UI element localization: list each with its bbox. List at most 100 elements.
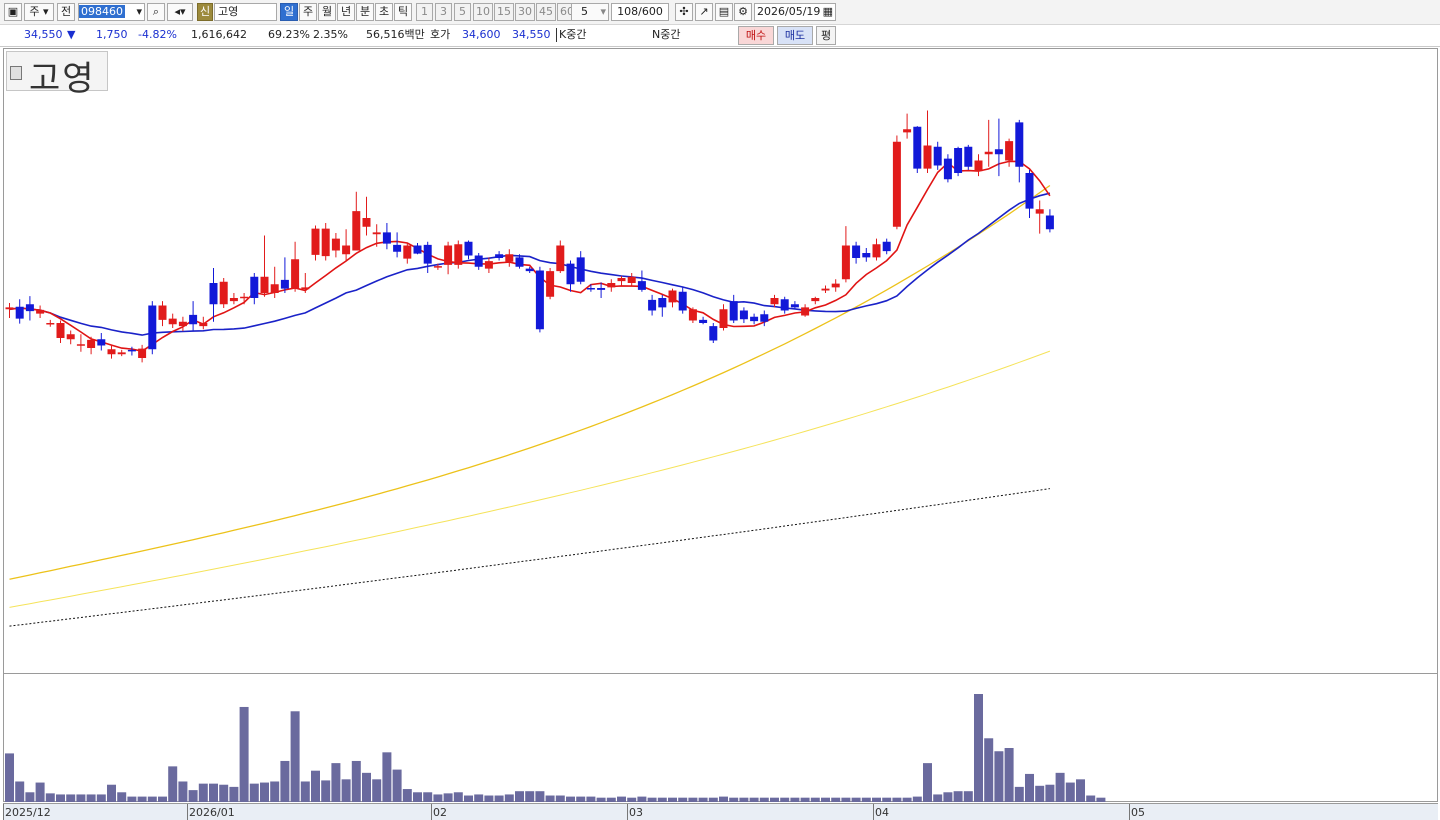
candle-body xyxy=(831,283,840,288)
candle-body xyxy=(923,145,932,169)
candle-body xyxy=(209,283,218,305)
volume-bar xyxy=(729,797,739,802)
candle-body xyxy=(342,245,351,255)
volume-bar xyxy=(137,796,147,802)
volume-bar xyxy=(300,781,310,802)
candle-body xyxy=(5,307,14,310)
candle-body xyxy=(352,211,361,251)
candle-body xyxy=(76,344,85,346)
candle-body xyxy=(607,283,616,288)
volume-bar xyxy=(464,795,473,802)
candle-body xyxy=(413,245,422,254)
candle-body xyxy=(678,291,687,311)
candle-body xyxy=(862,253,871,258)
volume-bar xyxy=(596,797,606,802)
candle-body xyxy=(729,301,738,321)
candle-body xyxy=(1025,173,1034,209)
volume-bar xyxy=(158,796,167,802)
volume-bar xyxy=(963,791,973,802)
candle-body xyxy=(127,349,136,352)
volume-bar xyxy=(321,780,331,802)
volume-bar xyxy=(260,782,269,802)
volume-bar xyxy=(1045,784,1055,802)
candle-body xyxy=(648,299,657,311)
candle-body xyxy=(250,276,259,298)
volume-bar xyxy=(290,711,300,802)
volume-bar xyxy=(923,763,932,802)
volume-bar xyxy=(841,797,851,802)
volume-bar xyxy=(76,794,86,802)
candle-body xyxy=(46,323,55,325)
candle-body xyxy=(699,319,708,323)
volume-bar xyxy=(188,790,198,802)
volume-bar xyxy=(882,797,892,802)
volume-bar xyxy=(780,797,790,802)
candle-body xyxy=(148,305,157,350)
candle-body xyxy=(15,306,24,319)
candle-body xyxy=(1045,215,1054,230)
candle-body xyxy=(36,309,45,314)
volume-bar xyxy=(872,797,881,802)
candle-body xyxy=(913,126,922,169)
volume-bar xyxy=(117,792,127,802)
candle-body xyxy=(321,228,330,257)
ma240-line xyxy=(9,488,1050,627)
x-tick xyxy=(3,804,4,820)
volume-bar xyxy=(311,770,320,802)
candle-body xyxy=(189,314,198,325)
volume-bar xyxy=(1096,797,1106,802)
candle-body xyxy=(433,266,442,268)
volume-bar xyxy=(647,797,657,802)
candle-body xyxy=(709,326,718,341)
candle-body xyxy=(750,316,759,322)
candle-body xyxy=(821,288,830,291)
volume-bar xyxy=(35,782,45,802)
candle-body xyxy=(66,334,75,340)
volume-bar xyxy=(280,760,290,802)
volume-bar xyxy=(56,794,65,802)
x-label-dec: 2025/12 xyxy=(5,806,51,819)
candle-body xyxy=(495,254,504,258)
x-label-mar: 03 xyxy=(629,806,643,819)
candle-body xyxy=(382,232,391,244)
x-label-apr: 04 xyxy=(875,806,889,819)
candle-body xyxy=(535,270,544,330)
volume-bar xyxy=(668,797,677,802)
volume-bar xyxy=(443,793,453,802)
x-tick xyxy=(187,804,188,820)
candle-body xyxy=(1015,122,1024,167)
volume-bar xyxy=(107,784,116,802)
volume-bar xyxy=(1025,773,1034,802)
volume-bar xyxy=(249,783,259,802)
x-tick xyxy=(873,804,874,820)
candle-body xyxy=(1005,141,1014,161)
volume-bar xyxy=(566,796,575,802)
menu-handle-icon[interactable] xyxy=(10,66,22,80)
volume-bar xyxy=(453,792,463,802)
volume-bar xyxy=(586,796,596,802)
volume-bar xyxy=(392,769,402,802)
candle-body xyxy=(403,245,412,259)
volume-bar xyxy=(708,797,718,802)
candle-body xyxy=(719,309,728,328)
volume-bar xyxy=(1076,779,1085,802)
volume-bar xyxy=(433,794,443,802)
candle-body xyxy=(658,298,667,308)
candle-body xyxy=(1035,209,1044,214)
candle-body xyxy=(964,146,973,167)
volume-bar xyxy=(739,797,749,802)
candlesticks xyxy=(5,110,1054,363)
price-chart[interactable] xyxy=(0,0,1440,820)
candle-body xyxy=(25,304,34,312)
volume-bar xyxy=(127,796,137,802)
candle-body xyxy=(556,245,565,272)
volume-bar xyxy=(5,753,14,802)
ma120-line xyxy=(9,350,1051,608)
volume-bar xyxy=(341,779,351,802)
volume-bar xyxy=(525,791,535,802)
volume-bar xyxy=(657,797,667,802)
candle-body xyxy=(801,307,810,316)
candle-body xyxy=(525,268,534,272)
candle-body xyxy=(454,244,463,265)
candle-body xyxy=(760,314,769,322)
